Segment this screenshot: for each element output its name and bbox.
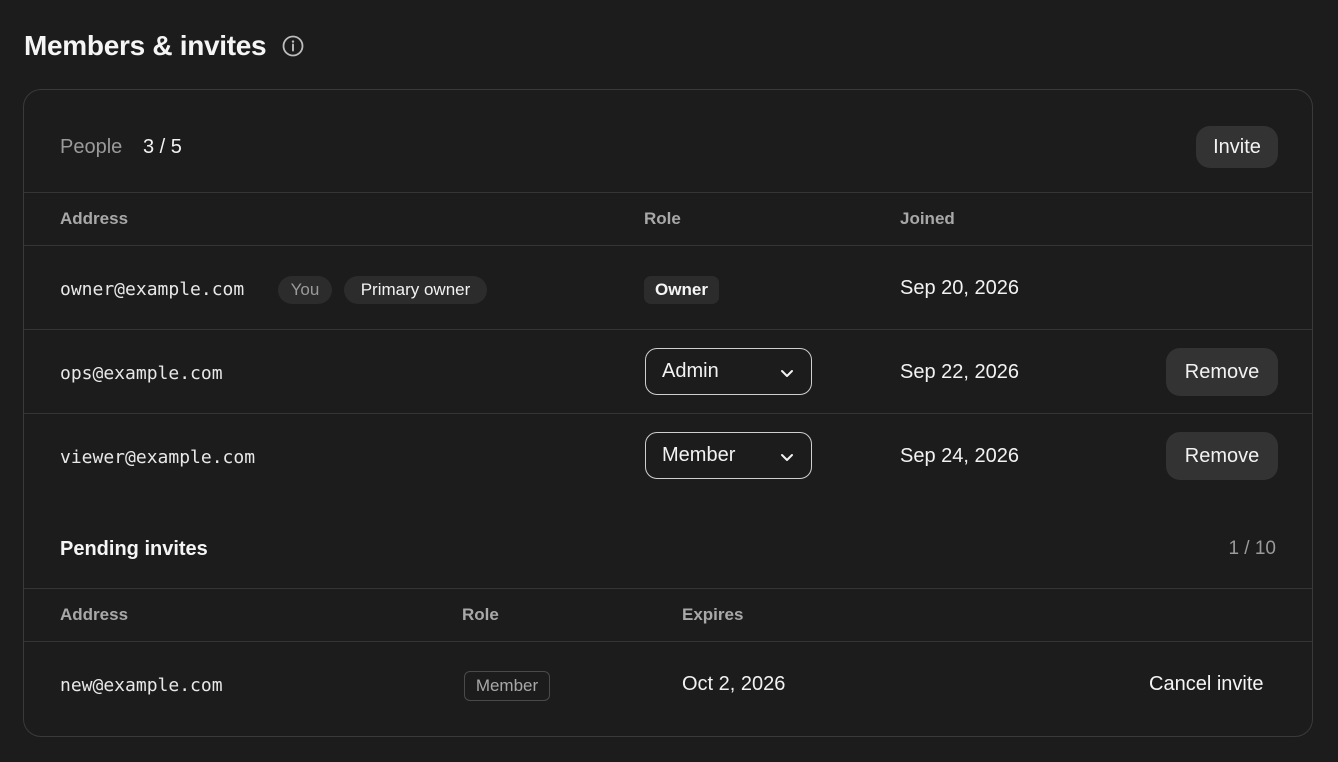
invite-button[interactable]: Invite [1196,126,1278,168]
divider [24,588,1312,589]
member-address: ops@example.com [60,363,223,384]
pending-invites-count: 1 / 10 [1228,538,1276,559]
pending-invites-title: Pending invites [60,538,208,560]
column-header-role: Role [462,605,499,624]
remove-button[interactable]: Remove [1166,348,1278,396]
people-count: 3 / 5 [143,136,182,158]
role-select-value: Member [662,444,736,466]
divider [24,641,1312,642]
info-circle-icon[interactable] [282,35,304,57]
primary-owner-badge: Primary owner [344,276,487,304]
joined-date: Sep 20, 2026 [900,277,1019,299]
divider [24,413,1312,414]
role-select[interactable]: Admin [645,348,812,395]
invite-address: new@example.com [60,675,223,696]
role-select-value: Admin [662,360,719,382]
member-address: viewer@example.com [60,447,256,468]
column-header-expires: Expires [682,605,744,624]
cancel-invite-button[interactable]: Cancel invite [1149,673,1264,696]
divider [24,245,1312,246]
invite-expires-date: Oct 2, 2026 [682,673,786,695]
page-title: Members & invites [24,30,267,61]
column-header-address: Address [60,209,129,228]
role-badge-owner: Owner [644,276,719,304]
column-header-joined: Joined [900,209,955,228]
joined-date: Sep 22, 2026 [900,361,1019,383]
page-header: Members & invites [24,28,304,64]
column-header-address: Address [60,605,129,624]
joined-date: Sep 24, 2026 [900,445,1019,467]
member-address: owner@example.com [60,279,245,300]
you-badge: You [278,276,332,304]
divider [24,192,1312,193]
chevron-down-icon [779,364,795,380]
chevron-down-icon [779,448,795,464]
remove-button[interactable]: Remove [1166,432,1278,480]
column-header-role: Role [644,209,681,228]
role-select[interactable]: Member [645,432,812,479]
members-card: People 3 / 5 Invite Address Role Joined … [23,89,1313,737]
invite-role-tag: Member [464,671,550,701]
divider [24,329,1312,330]
people-label: People [60,136,123,158]
